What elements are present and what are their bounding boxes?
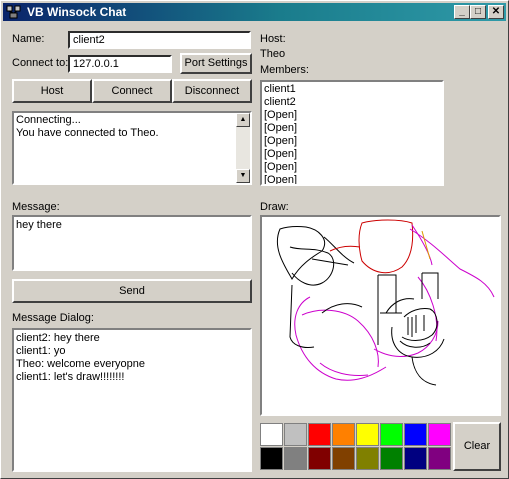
member-item[interactable]: client2 <box>262 96 442 109</box>
color-swatch[interactable] <box>332 423 355 446</box>
disconnect-button-label: Disconnect <box>184 85 240 97</box>
member-item[interactable]: [Open] <box>262 135 442 148</box>
color-swatch[interactable] <box>284 423 307 446</box>
host-button[interactable]: Host <box>12 79 92 103</box>
dialog-line: client1: let's draw!!!!!!!! <box>16 371 125 383</box>
name-field[interactable]: client2 <box>68 31 251 49</box>
port-settings-label: Port Settings <box>184 57 248 69</box>
member-item[interactable]: client1 <box>262 83 442 96</box>
color-swatch[interactable] <box>356 447 379 470</box>
member-item[interactable]: [Open] <box>262 148 442 161</box>
color-swatch[interactable] <box>356 423 379 446</box>
connect-button[interactable]: Connect <box>92 79 172 103</box>
draw-canvas[interactable] <box>260 215 501 416</box>
color-swatch[interactable] <box>284 447 307 470</box>
message-dialog[interactable]: client2: hey there client1: yo Theo: wel… <box>12 328 252 472</box>
message-label: Message: <box>12 201 60 213</box>
color-swatch[interactable] <box>404 423 427 446</box>
status-scrollbar[interactable]: ▲ ▼ <box>236 113 250 183</box>
message-dialog-label: Message Dialog: <box>12 312 94 324</box>
dialog-line: client2: hey there <box>16 332 100 344</box>
message-text: hey there <box>16 219 62 231</box>
color-swatch[interactable] <box>380 423 403 446</box>
draw-label: Draw: <box>260 201 289 213</box>
color-swatch[interactable] <box>260 447 283 470</box>
dialog-line: Theo: welcome everyopne <box>16 358 146 370</box>
drawing-strokes <box>276 219 495 386</box>
app-icon <box>6 5 21 19</box>
minimize-button[interactable]: _ <box>454 5 470 19</box>
close-button[interactable]: ✕ <box>488 5 504 19</box>
color-swatch[interactable] <box>260 423 283 446</box>
clear-button-label: Clear <box>463 440 491 452</box>
title-bar[interactable]: VB Winsock Chat _ □ ✕ <box>3 3 506 21</box>
host-button-label: Host <box>40 85 64 97</box>
color-swatch[interactable] <box>428 447 451 470</box>
color-swatch[interactable] <box>308 447 331 470</box>
app-window: VB Winsock Chat _ □ ✕ Name: client2 Conn… <box>0 0 509 479</box>
dialog-line: client1: yo <box>16 345 66 357</box>
color-swatch[interactable] <box>428 423 451 446</box>
send-button-label: Send <box>119 285 145 297</box>
scroll-up-icon[interactable]: ▲ <box>236 113 250 127</box>
window-title: VB Winsock Chat <box>27 5 127 19</box>
send-button[interactable]: Send <box>12 279 252 303</box>
color-swatch[interactable] <box>308 423 331 446</box>
members-label: Members: <box>260 64 309 76</box>
clear-button[interactable]: Clear <box>453 422 501 471</box>
port-settings-button[interactable]: Port Settings <box>180 53 252 74</box>
disconnect-button[interactable]: Disconnect <box>172 79 252 103</box>
color-swatch[interactable] <box>380 447 403 470</box>
maximize-button[interactable]: □ <box>470 5 486 19</box>
scroll-down-icon[interactable]: ▼ <box>236 169 250 183</box>
member-item[interactable]: [Open] <box>262 122 442 135</box>
name-label: Name: <box>12 33 45 45</box>
status-line: You have connected to Theo. <box>16 127 159 139</box>
status-line: Connecting... <box>16 114 81 126</box>
connect-to-label: Connect to: <box>12 57 69 69</box>
status-log[interactable]: Connecting... You have connected to Theo… <box>12 111 252 185</box>
connect-to-field[interactable]: 127.0.0.1 <box>68 55 172 73</box>
host-label: Host: <box>260 33 286 45</box>
connect-button-label: Connect <box>111 85 153 97</box>
member-item[interactable]: [Open] <box>262 109 442 122</box>
color-swatch[interactable] <box>332 447 355 470</box>
member-item[interactable]: [Open] <box>262 174 442 184</box>
message-input[interactable]: hey there <box>12 215 252 271</box>
member-item[interactable]: [Open] <box>262 161 442 174</box>
color-swatch[interactable] <box>404 447 427 470</box>
host-value: Theo <box>260 48 286 60</box>
members-list[interactable]: client1 client2 [Open] [Open] [Open] [Op… <box>260 80 444 186</box>
